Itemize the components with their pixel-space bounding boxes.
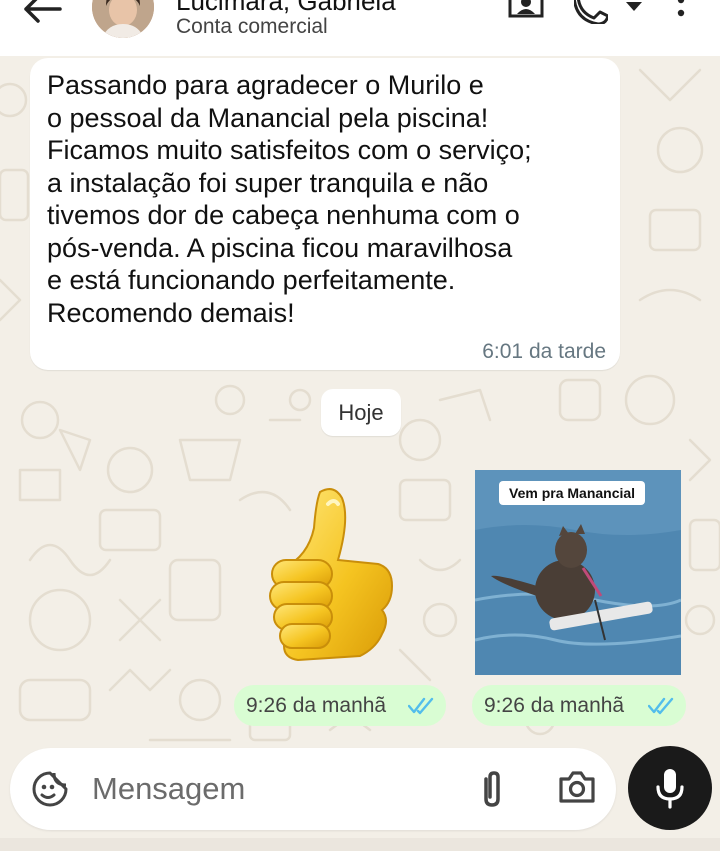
read-ticks-icon bbox=[408, 697, 434, 715]
dropdown-arrow-icon[interactable] bbox=[626, 2, 642, 12]
incoming-message-bubble[interactable]: Passando para agradecer o Murilo e o pes… bbox=[30, 58, 620, 370]
message-input[interactable] bbox=[92, 766, 462, 812]
message-text: Passando para agradecer o Murilo e o pes… bbox=[47, 70, 532, 328]
sticker-time: 9:26 da manhã bbox=[246, 694, 387, 717]
sticker-time-chip: 9:26 da manhã bbox=[234, 685, 446, 726]
date-separator: Hoje bbox=[321, 389, 401, 436]
emoji-sticker-icon[interactable] bbox=[32, 771, 68, 807]
contact-subtitle: Conta comercial bbox=[176, 15, 328, 38]
image-caption: Vem pra Manancial bbox=[499, 481, 646, 505]
message-time: 6:01 da tarde bbox=[482, 340, 606, 363]
image-message[interactable]: Vem pra Manancial bbox=[475, 470, 681, 675]
thumbs-up-icon[interactable] bbox=[258, 482, 418, 662]
camera-icon[interactable] bbox=[558, 769, 596, 805]
navigation-strip bbox=[0, 838, 720, 851]
mic-icon bbox=[656, 769, 684, 809]
chat-header: Lucimara, Gabriela Conta comercial bbox=[0, 0, 720, 56]
read-ticks-icon bbox=[648, 697, 674, 715]
phone-icon[interactable] bbox=[574, 0, 608, 24]
image-time-chip: 9:26 da manhã bbox=[472, 685, 686, 726]
contact-card-icon[interactable] bbox=[506, 0, 546, 24]
message-composer bbox=[10, 748, 616, 830]
avatar[interactable] bbox=[92, 0, 154, 38]
more-vert-icon[interactable] bbox=[676, 0, 686, 22]
paperclip-icon[interactable] bbox=[480, 769, 504, 809]
mic-button[interactable] bbox=[628, 746, 712, 830]
image-time: 9:26 da manhã bbox=[484, 694, 625, 717]
back-arrow-icon[interactable] bbox=[20, 0, 64, 24]
